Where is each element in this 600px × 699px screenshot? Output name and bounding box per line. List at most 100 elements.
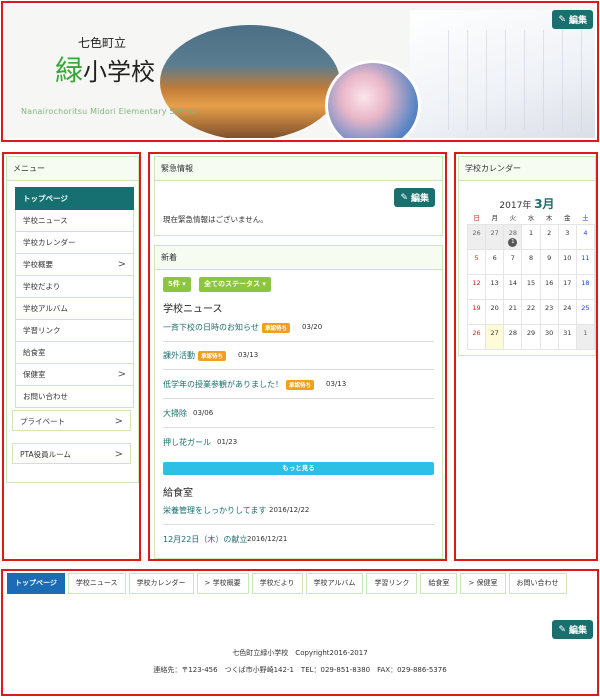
header-school-name: 緑小学校 — [55, 54, 156, 87]
news-item-link[interactable]: 課外活動 — [163, 350, 195, 361]
menu-item-label: 学校アルバム — [23, 304, 68, 313]
footer-tab[interactable]: > 学校概要 — [196, 573, 249, 594]
footer-tab[interactable]: 給食室 — [420, 573, 458, 594]
calendar-day[interactable]: 20 — [485, 299, 505, 325]
chevron-right-icon: > — [114, 416, 123, 427]
calendar-day-number: 31 — [563, 329, 572, 337]
menu-item[interactable]: トップページ — [15, 187, 134, 210]
footer-tab[interactable]: > 保健室 — [460, 573, 506, 594]
calendar-day[interactable]: 25 — [575, 299, 596, 325]
calendar-day-number: 2 — [547, 229, 552, 237]
calendar-day-number: 6 — [492, 254, 497, 262]
news-item-date: 01/23 — [217, 438, 238, 446]
calendar-day[interactable]: 22 — [521, 299, 541, 325]
calendar-day[interactable]: 9 — [539, 249, 559, 275]
menu-item[interactable]: 給食室 — [15, 342, 134, 364]
calendar-day[interactable]: 28 — [503, 324, 523, 350]
footer-tab[interactable]: 学校ニュース — [67, 573, 126, 594]
footer-edit-button[interactable]: ✎ 編集 — [552, 620, 593, 639]
lunch-item-date: 2016/12/22 — [269, 506, 310, 514]
menu-pta[interactable]: PTA役員ルーム > — [12, 443, 131, 464]
weekday-label: 土 — [582, 214, 589, 222]
calendar-day-number: 22 — [526, 304, 536, 312]
menu-item[interactable]: お問い合わせ — [15, 386, 134, 408]
footer-tab[interactable]: お問い合わせ — [508, 573, 567, 594]
calendar-day[interactable]: 2 — [539, 224, 559, 250]
news-item-link[interactable]: 低学年の授業参観がありました！ — [163, 379, 283, 390]
divider — [163, 427, 434, 428]
menu-item[interactable]: 保健室 > — [15, 364, 134, 386]
contact-info: 連絡先：〒123-456 つくば市小野崎142-1 TEL：029-851-83… — [153, 666, 447, 674]
calendar-day[interactable]: 31 — [557, 324, 577, 350]
header-edit-button[interactable]: ✎ 編集 — [552, 10, 593, 29]
approval-badge: 承認待ち — [198, 351, 227, 361]
calendar-day[interactable]: 8 — [521, 249, 541, 275]
lunch-item-link[interactable]: 栄養管理をしっかりしてます — [163, 505, 266, 516]
menu-item-label: 学校概要 — [23, 260, 53, 269]
right-column: 学校カレンダー 2017年 3月 日月火水木金土 26 27 28 1 1 2 3 4 5 6 7 8 9… — [454, 152, 598, 561]
menu-item[interactable]: 学校概要 > — [15, 254, 134, 276]
emergency-edit-button[interactable]: ✎ 編集 — [394, 188, 435, 207]
menu-item[interactable]: 学校アルバム — [15, 298, 134, 320]
news-title: 新着 — [155, 246, 442, 270]
calendar-day[interactable]: 3 — [557, 224, 577, 250]
event-count-badge[interactable]: 1 — [508, 238, 518, 247]
menu-item[interactable]: 学校ニュース — [15, 210, 134, 232]
lunch-item-date: 2016/12/21 — [247, 535, 288, 543]
calendar-day[interactable]: 17 — [557, 274, 577, 300]
emergency-title: 緊急情報 — [155, 157, 442, 181]
chevron-right-icon: > — [117, 369, 126, 380]
calendar-day[interactable]: 30 — [539, 324, 559, 350]
calendar-day[interactable]: 18 — [575, 274, 596, 300]
news-item-link[interactable]: 大掃除 — [163, 408, 187, 419]
menu-private[interactable]: プライベート > — [12, 410, 131, 431]
calendar-day[interactable]: 24 — [557, 299, 577, 325]
footer-tab[interactable]: トップページ — [7, 573, 65, 594]
calendar-day[interactable]: 21 — [503, 299, 523, 325]
calendar-day-number: 26 — [472, 329, 481, 337]
calendar-day-number: 26 — [472, 229, 481, 237]
calendar-day[interactable]: 12 — [466, 274, 487, 300]
news-item-date: 03/06 — [193, 409, 214, 417]
calendar-day[interactable]: 29 — [521, 324, 541, 350]
footer-tab[interactable]: 学校カレンダー — [128, 573, 194, 594]
footer-tab[interactable]: 学校だより — [251, 573, 303, 594]
calendar-day[interactable]: 4 — [575, 224, 596, 250]
weekday-label: 日 — [473, 214, 480, 222]
calendar-day[interactable]: 11 — [575, 249, 596, 275]
calendar-day-number: 23 — [545, 304, 554, 312]
calendar-day[interactable]: 28 1 — [503, 224, 523, 250]
left-column: メニュー トップページ 学校ニュース 学校カレンダー 学校概要 > 学校だより 学校アルバム… — [2, 152, 141, 561]
calendar-day[interactable]: 5 — [466, 249, 487, 275]
news-item-link[interactable]: 押し花ガール — [163, 437, 211, 448]
calendar-day[interactable]: 16 — [539, 274, 559, 300]
calendar-day[interactable]: 15 — [521, 274, 541, 300]
footer-tab[interactable]: 学習リンク — [366, 573, 418, 594]
status-dropdown[interactable]: 全てのステータス ▾ — [199, 277, 271, 292]
calendar-day[interactable]: 27 — [485, 224, 505, 250]
menu-item[interactable]: 学校だより — [15, 276, 134, 298]
calendar-day[interactable]: 26 — [466, 224, 487, 250]
emergency-text: 現在緊急情報はございません。 — [163, 215, 268, 224]
calendar-day[interactable]: 13 — [485, 274, 505, 300]
calendar-day[interactable]: 10 — [557, 249, 577, 275]
menu-item[interactable]: 学習リンク — [15, 320, 134, 342]
calendar-day[interactable]: 1 — [575, 324, 596, 350]
footer-tab[interactable]: 学校アルバム — [305, 573, 364, 594]
calendar-day[interactable]: 14 — [503, 274, 523, 300]
calendar-day[interactable]: 7 — [503, 249, 523, 275]
menu-item[interactable]: 学校カレンダー — [15, 232, 134, 254]
calendar-day-number: 11 — [581, 254, 590, 262]
count-dropdown[interactable]: 5件 ▾ — [163, 277, 191, 292]
calendar-day[interactable]: 6 — [485, 249, 505, 275]
more-button[interactable]: もっと見る — [163, 462, 434, 475]
lunch-item-link[interactable]: 12月22日（木）の献立 — [163, 534, 247, 545]
calendar-day[interactable]: 19 — [466, 299, 487, 325]
calendar-day[interactable]: 1 — [521, 224, 541, 250]
calendar-day[interactable]: 23 — [539, 299, 559, 325]
calendar-grid: 日月火水木金土 26 27 28 1 1 2 3 4 5 6 7 8 9 10 11 12 13 14 15 16 17 1… — [466, 210, 596, 350]
emergency-panel: 緊急情報 ✎ 編集 現在緊急情報はございません。 — [154, 156, 443, 236]
news-item-link[interactable]: 一斉下校の日時のお知らせ — [163, 322, 259, 333]
calendar-day[interactable]: 27 — [485, 324, 505, 350]
calendar-day[interactable]: 26 — [466, 324, 487, 350]
